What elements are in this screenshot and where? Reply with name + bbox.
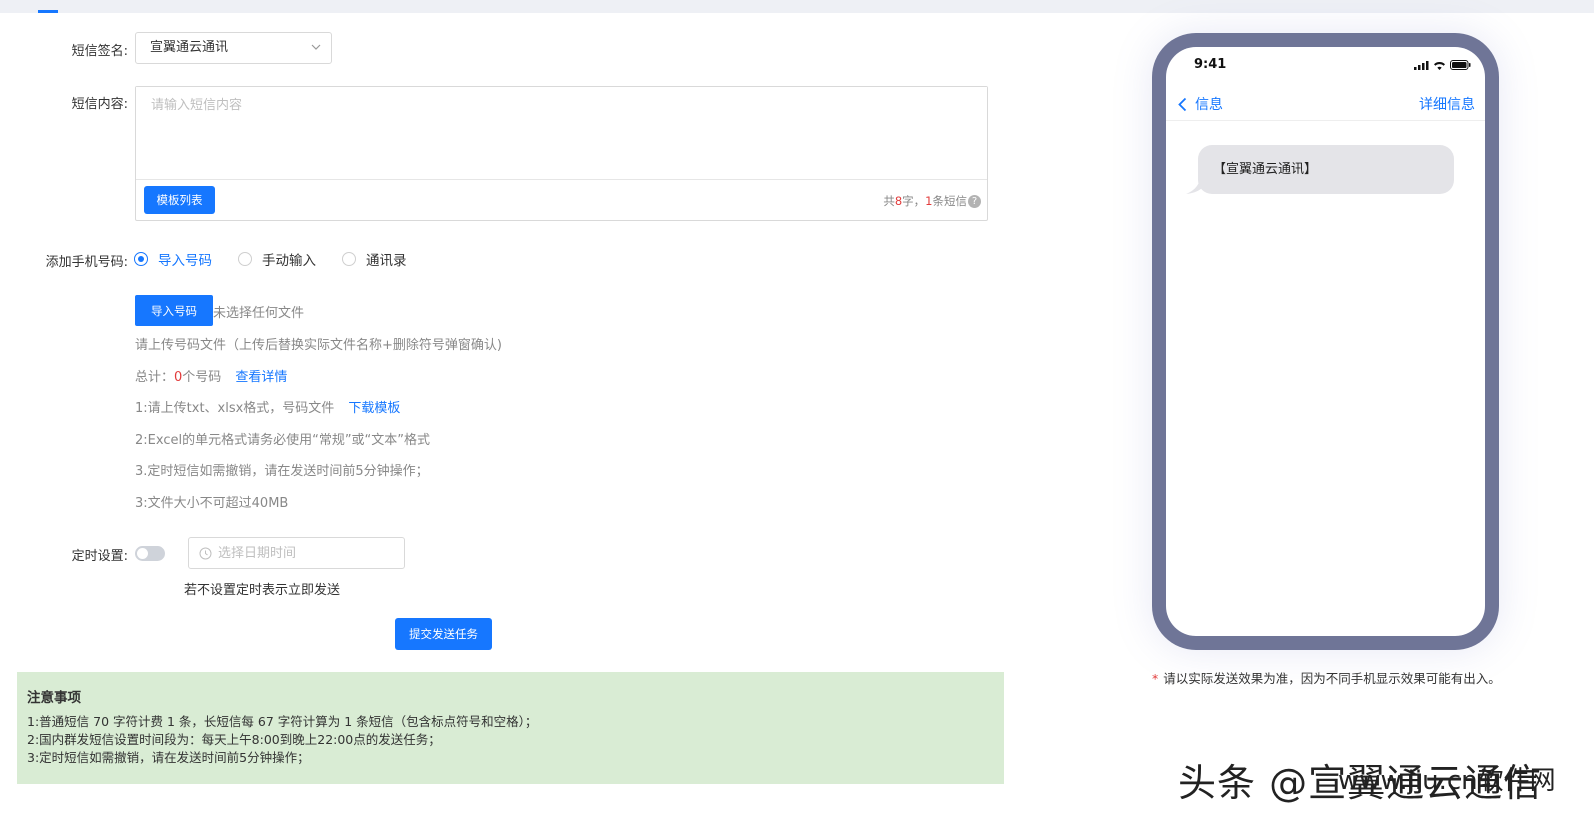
total-numbers: 总计：0个号码 查看详情 bbox=[135, 370, 288, 385]
rule-format: 1:请上传txt、xlsx格式，号码文件 下载模板 bbox=[135, 401, 401, 416]
submit-task-button[interactable]: 提交发送任务 bbox=[395, 618, 492, 650]
preview-note: * 请以实际发送效果为准，因为不同手机显示效果可能有出入。 bbox=[1152, 671, 1501, 686]
phone-source-radio-group: 导入号码 手动输入 通讯录 bbox=[134, 249, 433, 269]
clock-icon bbox=[199, 547, 212, 559]
radio-contacts[interactable]: 通讯录 bbox=[342, 249, 407, 269]
rule-schedule: 3.定时短信如需撤销，请在发送时间前5分钟操作； bbox=[135, 464, 429, 479]
download-template-link[interactable]: 下载模板 bbox=[348, 401, 400, 416]
signal-icon bbox=[1414, 60, 1429, 70]
wifi-icon bbox=[1434, 61, 1445, 70]
sms-content-box: 模板列表 共 8 字， 1 条短信 ? bbox=[135, 86, 988, 221]
phone-numbers-label: 添加手机号码: bbox=[45, 255, 128, 270]
upload-hint: 请上传号码文件（上传后替换实际文件名称+删除符号弹窗确认) bbox=[135, 338, 502, 353]
schedule-label: 定时设置: bbox=[71, 549, 128, 564]
chevron-down-icon bbox=[311, 44, 321, 50]
status-time: 9:41 bbox=[1194, 57, 1227, 72]
notice-panel: 注意事项 1:普通短信 70 字符计费 1 条，长短信每 67 字符计算为 1 … bbox=[17, 672, 1004, 784]
message-bubble: 【宣翼通云通讯】 bbox=[1198, 145, 1454, 194]
notice-title: 注意事项 bbox=[27, 690, 81, 706]
status-icons bbox=[1414, 60, 1471, 70]
signature-label: 短信签名: bbox=[71, 44, 128, 59]
notice-line: 3:定时短信如需撤销，请在发送时间前5分钟操作； bbox=[27, 750, 310, 765]
signature-select[interactable]: 宣翼通云通讯 bbox=[135, 32, 332, 64]
radio-import-numbers[interactable]: 导入号码 bbox=[134, 249, 212, 269]
radio-manual-input[interactable]: 手动输入 bbox=[238, 249, 316, 269]
rule-size: 3:文件大小不可超过40MB bbox=[135, 496, 289, 511]
import-numbers-button[interactable]: 导入号码 bbox=[135, 295, 213, 326]
datetime-picker[interactable] bbox=[188, 537, 405, 569]
datetime-input[interactable] bbox=[218, 545, 398, 561]
phone-preview: 9:41 信息 详细信息 【宣翼通云通讯】 bbox=[1152, 33, 1499, 650]
active-tab-indicator bbox=[38, 10, 58, 13]
schedule-hint: 若不设置定时表示立即发送 bbox=[184, 583, 341, 598]
detail-info-link[interactable]: 详细信息 bbox=[1419, 94, 1475, 114]
schedule-toggle[interactable] bbox=[135, 546, 165, 561]
rule-excel: 2:Excel的单元格式请务必使用“常规”或“文本”格式 bbox=[135, 433, 431, 448]
chevron-left-icon bbox=[1178, 97, 1187, 111]
back-button[interactable]: 信息 bbox=[1178, 94, 1223, 114]
top-tab-bar bbox=[0, 0, 1594, 13]
battery-icon bbox=[1450, 60, 1471, 70]
view-details-link[interactable]: 查看详情 bbox=[235, 370, 287, 385]
char-counter: 共 8 字， 1 条短信 ? bbox=[883, 193, 981, 209]
template-list-button[interactable]: 模板列表 bbox=[144, 186, 215, 214]
notice-line: 1:普通短信 70 字符计费 1 条，长短信每 67 字符计算为 1 条短信（包… bbox=[27, 714, 538, 729]
signature-value: 宣翼通云通讯 bbox=[150, 40, 229, 55]
content-label: 短信内容: bbox=[71, 97, 128, 112]
watermark-site: www.jiu.cn软件网 bbox=[1338, 766, 1556, 796]
no-file-text: 未选择任何文件 bbox=[213, 306, 305, 321]
phone-screen: 9:41 信息 详细信息 【宣翼通云通讯】 bbox=[1166, 47, 1485, 636]
notice-line: 2:国内群发短信设置时间段为：每天上午8:00到晚上22:00点的发送任务； bbox=[27, 732, 441, 747]
help-icon[interactable]: ? bbox=[968, 194, 981, 208]
sms-content-input[interactable] bbox=[136, 87, 987, 180]
message-nav-bar: 信息 详细信息 bbox=[1166, 87, 1485, 121]
